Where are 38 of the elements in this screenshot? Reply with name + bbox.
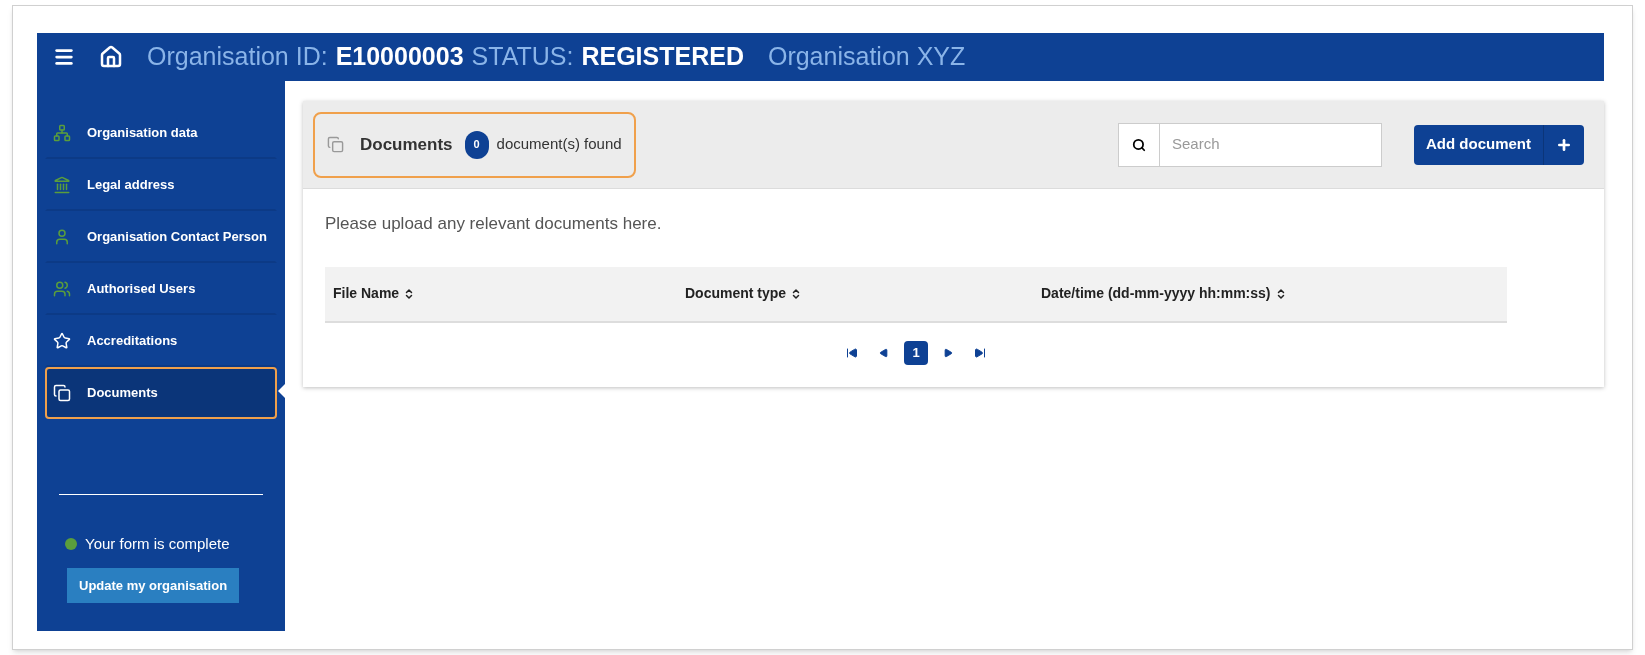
search-button[interactable] <box>1118 122 1160 167</box>
pointer-icon <box>278 383 286 399</box>
people-icon <box>53 280 71 298</box>
person-icon <box>53 228 71 246</box>
organisation-id-label: Organisation ID: <box>147 41 328 73</box>
form-status: Your form is complete <box>85 534 230 554</box>
update-organisation-button[interactable]: Update my organisation <box>67 567 240 603</box>
bank-icon <box>53 176 71 194</box>
menu-icon[interactable] <box>53 46 75 68</box>
add-document-button[interactable]: Add document <box>1414 124 1584 165</box>
organisation-name: Organisation XYZ <box>767 41 966 73</box>
first-page-icon <box>846 346 858 359</box>
search-icon <box>1132 137 1146 152</box>
column-header[interactable]: File Name <box>333 283 685 304</box>
panel-title: Documents <box>360 133 453 156</box>
home-icon[interactable] <box>99 45 123 69</box>
sidebar-item[interactable]: Authorised Users <box>45 263 277 315</box>
status-value: REGISTERED <box>581 41 744 73</box>
copy-icon <box>53 384 71 402</box>
copy-icon <box>327 136 344 153</box>
count-label: document(s) found <box>496 134 622 155</box>
plus-icon <box>1556 136 1572 153</box>
sidebar-item[interactable]: Organisation Contact Person <box>45 211 277 263</box>
sidebar-item[interactable]: Legal address <box>45 159 277 211</box>
column-header[interactable]: Date/time (dd-mm-yyyy hh:mm:ss) <box>1041 283 1499 304</box>
status-label: STATUS: <box>471 41 574 73</box>
last-page-icon <box>974 346 986 359</box>
previous-icon <box>879 347 889 358</box>
count-badge: 0 <box>464 130 489 159</box>
sidebar-item[interactable]: Organisation data <box>45 107 277 159</box>
sitemap-icon <box>53 124 71 142</box>
search-field[interactable]: Search <box>1160 122 1382 167</box>
star-icon <box>53 332 71 350</box>
column-header[interactable]: Document type <box>685 283 1041 304</box>
intro-text: Please upload any relevant documents here. <box>325 213 663 235</box>
next-icon <box>943 347 953 358</box>
page-button[interactable]: 1 <box>904 340 928 365</box>
organisation-id: E10000003 <box>335 41 464 73</box>
